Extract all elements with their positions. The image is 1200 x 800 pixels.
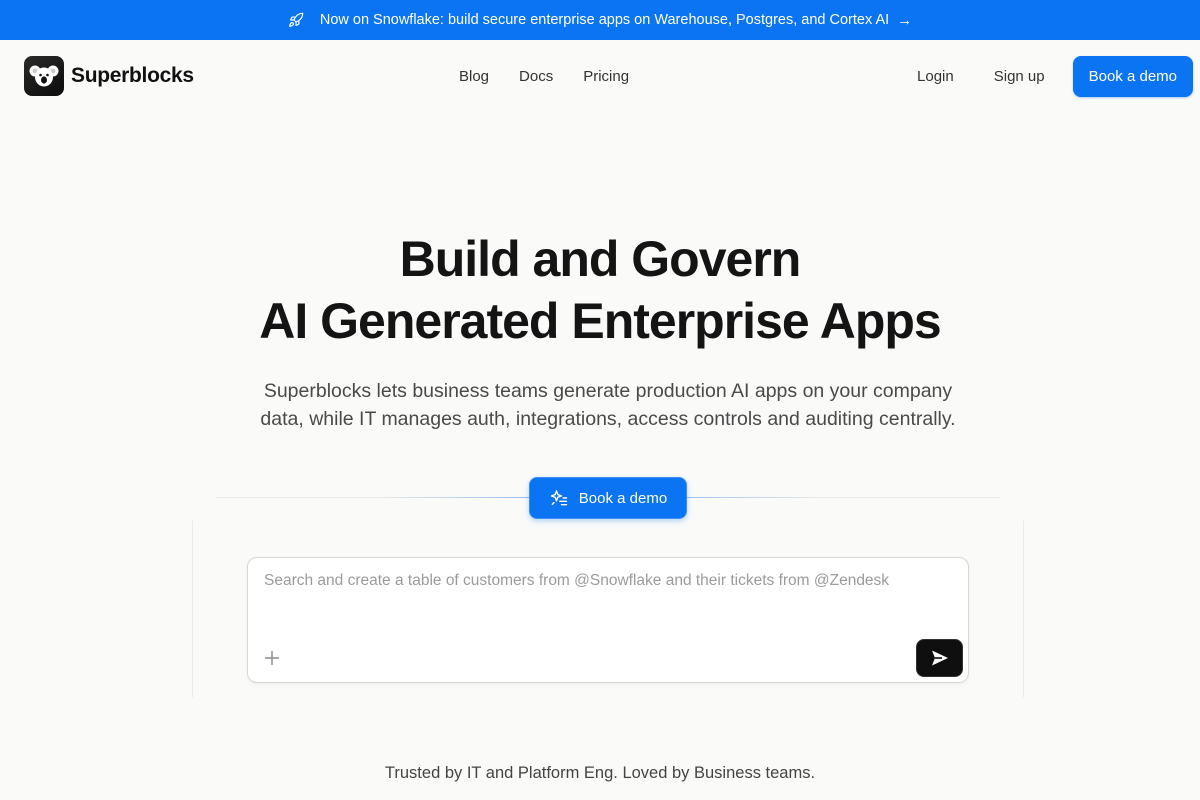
nav-link-docs[interactable]: Docs <box>504 66 568 87</box>
koala-logo-icon <box>24 56 64 96</box>
nav-links: Blog Docs Pricing <box>444 66 644 87</box>
hero-title-line-2: AI Generated Enterprise Apps <box>259 293 941 349</box>
sparkle-icon <box>549 488 569 508</box>
brand-name: Superblocks <box>71 64 194 87</box>
hero-title-line-1: Build and Govern <box>399 231 802 287</box>
hero-subtitle-line-2: data, while IT manages auth, integration… <box>260 408 956 430</box>
book-demo-hero-label: Book a demo <box>578 489 668 507</box>
arrow-right-icon: → <box>897 11 913 29</box>
nav-link-pricing[interactable]: Pricing <box>568 66 644 87</box>
login-link[interactable]: Login <box>897 68 974 85</box>
send-button[interactable] <box>916 639 963 677</box>
announcement-bar[interactable]: Now on Snowflake: build secure enterpris… <box>0 0 1200 40</box>
hero-subtitle: Superblocks lets business teams generate… <box>200 377 1016 433</box>
prompt-box <box>247 557 969 683</box>
prompt-input[interactable] <box>264 572 954 632</box>
trusted-tagline: Trusted by IT and Platform Eng. Loved by… <box>384 764 816 782</box>
send-icon <box>930 649 950 667</box>
rocket-icon <box>288 12 304 28</box>
brand-logo[interactable]: Superblocks <box>24 56 194 96</box>
book-demo-hero-button[interactable]: Book a demo <box>529 477 687 519</box>
hero-title: Build and Govern AI Generated Enterprise… <box>0 228 1200 352</box>
plus-icon[interactable] <box>262 648 282 668</box>
hero-subtitle-line-1: Superblocks lets business teams generate… <box>263 380 953 402</box>
nav-actions: Login Sign up Book a demo <box>897 56 1193 97</box>
nav-link-blog[interactable]: Blog <box>444 66 504 87</box>
top-nav: Superblocks Blog Docs Pricing Login Sign… <box>0 40 1200 112</box>
announcement-text: Now on Snowflake: build secure enterpris… <box>319 12 890 28</box>
book-demo-nav-button[interactable]: Book a demo <box>1072 56 1193 97</box>
signup-link[interactable]: Sign up <box>974 68 1065 85</box>
